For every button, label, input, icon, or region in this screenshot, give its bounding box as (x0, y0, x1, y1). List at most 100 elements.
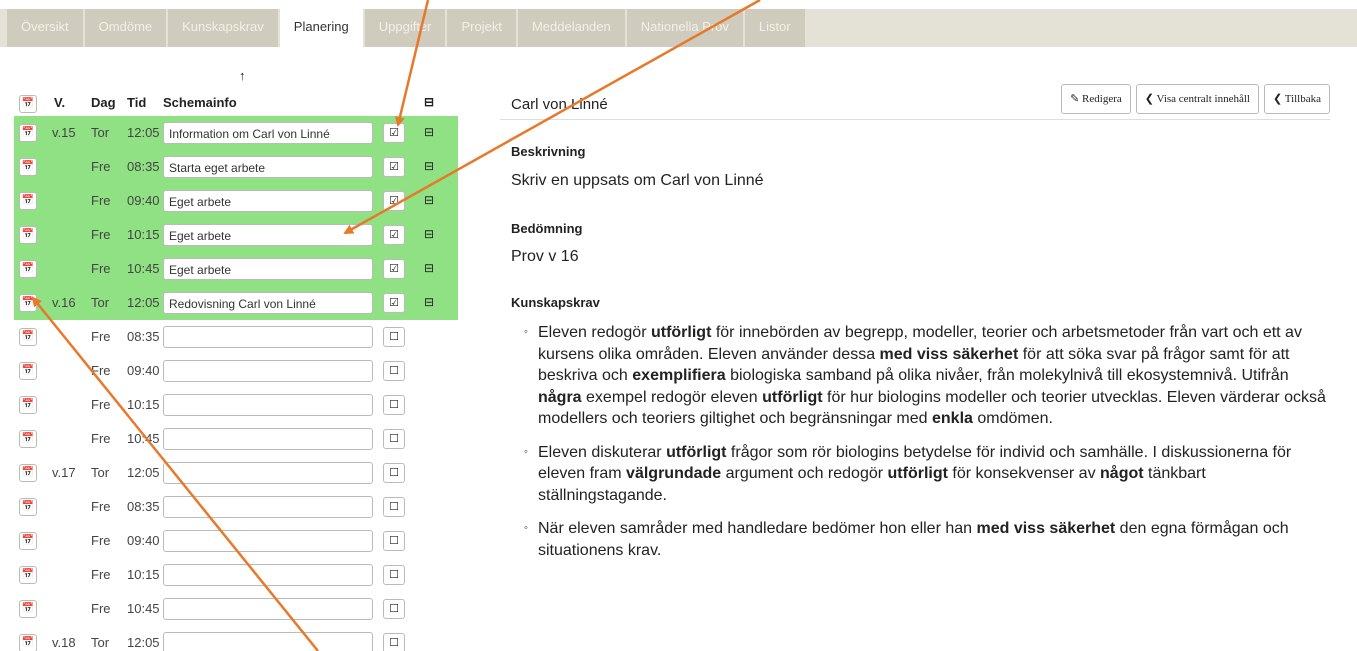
unchecked-box-icon[interactable]: ☐ (383, 429, 405, 449)
schedule-info-input[interactable] (163, 598, 373, 620)
checked-box-icon[interactable]: ☑ (383, 225, 405, 245)
criteria-text: omdömen. (972, 410, 1053, 427)
collapse-icon[interactable]: ⊟ (424, 159, 434, 173)
criteria-text: biologiska samband på olika nivåer, från… (725, 367, 1289, 384)
column-time[interactable]: Tid (127, 95, 146, 110)
schedule-info-input[interactable] (163, 326, 373, 348)
schedule-info-input[interactable]: Information om Carl von Linné (163, 122, 373, 144)
criteria-keyword: exemplifiera (632, 367, 726, 384)
tab-meddelanden[interactable]: Meddelanden (517, 9, 625, 47)
schedule-row: 📅 Fre 10:15 ☐ (14, 388, 458, 422)
tab-översikt[interactable]: Översikt (7, 9, 83, 47)
column-day[interactable]: Dag (91, 95, 116, 110)
calendar-icon[interactable]: 📅 (19, 328, 37, 346)
checked-box-icon[interactable]: ☑ (383, 293, 405, 313)
calendar-icon[interactable]: 📅 (19, 532, 37, 550)
criteria-text: Eleven redogör (538, 324, 651, 341)
criteria-keyword: utförligt (666, 443, 727, 461)
unchecked-box-icon[interactable]: ☐ (383, 497, 405, 517)
schedule-row: 📅 v.16 Tor 12:05 Redovisning Carl von Linné ☑… (14, 286, 458, 320)
schedule-info-input[interactable] (163, 428, 373, 450)
unchecked-box-icon[interactable]: ☐ (383, 327, 405, 347)
week-cell: v.17 (52, 465, 76, 480)
schedule-info-input[interactable] (163, 394, 373, 416)
time-cell: 10:15 (127, 397, 160, 412)
unchecked-box-icon[interactable]: ☐ (383, 395, 405, 415)
calendar-icon[interactable]: 📅 (19, 600, 37, 618)
calendar-icon[interactable]: 📅 (19, 124, 37, 142)
schedule-info-input[interactable] (163, 530, 373, 552)
schedule-info-input[interactable]: Redovisning Carl von Linné (163, 292, 373, 314)
criteria-text: Eleven diskuterar (538, 443, 667, 461)
collapse-all-icon[interactable]: ⊟ (424, 95, 434, 109)
criteria-item: Eleven diskuterar utförligt frågor som r… (524, 442, 1330, 507)
day-cell: Tor (91, 295, 110, 310)
calendar-icon[interactable]: 📅 (19, 396, 37, 414)
schedule-info-input[interactable]: Eget arbete (163, 190, 373, 212)
unchecked-box-icon[interactable]: ☐ (383, 463, 405, 483)
schedule-info-input[interactable] (163, 564, 373, 586)
calendar-icon[interactable]: 📅 (19, 226, 37, 244)
calendar-icon[interactable]: 📅 (19, 498, 37, 516)
tab-omdöme[interactable]: Omdöme (84, 9, 167, 47)
checked-box-icon[interactable]: ☑ (383, 191, 405, 211)
tab-projekt[interactable]: Projekt (447, 9, 516, 47)
unchecked-box-icon[interactable]: ☐ (383, 531, 405, 551)
criteria-text: för konsekvenser av (947, 465, 1101, 482)
calendar-icon[interactable]: 📅 (19, 294, 37, 312)
schedule-info-input[interactable]: Starta eget arbete (163, 156, 373, 178)
sort-arrow-icon[interactable]: ↑ (239, 68, 246, 83)
schedule-info-input[interactable] (163, 632, 373, 651)
tab-listor[interactable]: Listor (744, 9, 805, 47)
back-button[interactable]: ❮ Tillbaka (1263, 84, 1330, 114)
collapse-icon[interactable]: ⊟ (424, 261, 434, 275)
schedule-info-input[interactable]: Eget arbete (163, 258, 373, 280)
criteria-keyword: utförligt (650, 324, 712, 341)
schedule-info-input[interactable] (163, 462, 373, 484)
edit-button[interactable]: ✎ Redigera (1061, 84, 1131, 114)
schedule-info-input[interactable] (163, 360, 373, 382)
tab-planering[interactable]: Planering (279, 9, 363, 47)
unchecked-box-icon[interactable]: ☐ (383, 565, 405, 585)
criteria-keyword: med viss säkerhet (976, 520, 1116, 537)
time-cell: 10:15 (127, 227, 160, 242)
schedule-row: 📅 Fre 08:35 Starta eget arbete ☑ ⊟ (14, 150, 458, 184)
time-cell: 10:45 (127, 261, 160, 276)
calendar-icon[interactable]: 📅 (19, 362, 37, 380)
unchecked-box-icon[interactable]: ☐ (383, 599, 405, 619)
calendar-icon[interactable]: 📅 (19, 464, 37, 482)
show-central-content-button[interactable]: ❮ Visa centralt innehåll (1135, 84, 1259, 114)
day-cell: Fre (91, 533, 111, 548)
day-cell: Fre (91, 329, 111, 344)
calendar-icon[interactable]: 📅 (19, 95, 37, 113)
schedule-row: 📅 v.15 Tor 12:05 Information om Carl von Lin… (14, 116, 458, 150)
calendar-icon[interactable]: 📅 (19, 158, 37, 176)
collapse-icon[interactable]: ⊟ (424, 227, 434, 241)
tab-kunskapskrav[interactable]: Kunskapskrav (168, 9, 278, 47)
checked-box-icon[interactable]: ☑ (383, 123, 405, 143)
collapse-icon[interactable]: ⊟ (424, 125, 434, 139)
calendar-icon[interactable]: 📅 (19, 192, 37, 210)
unchecked-box-icon[interactable]: ☐ (383, 361, 405, 381)
calendar-icon[interactable]: 📅 (19, 566, 37, 584)
criteria-list: Eleven redogör utförligt för innebörden … (524, 322, 1330, 573)
calendar-icon[interactable]: 📅 (19, 634, 37, 651)
checked-box-icon[interactable]: ☑ (383, 157, 405, 177)
tab-uppgifter[interactable]: Uppgifter (364, 9, 446, 47)
time-cell: 08:35 (127, 159, 160, 174)
schedule-info-input[interactable] (163, 496, 373, 518)
collapse-icon[interactable]: ⊟ (424, 193, 434, 207)
collapse-icon[interactable]: ⊟ (424, 295, 434, 309)
tab-nationella-prov[interactable]: Nationella Prov (626, 9, 743, 47)
time-cell: 12:05 (127, 635, 160, 650)
schedule-info-input[interactable]: Eget arbete (163, 224, 373, 246)
column-week[interactable]: V. (54, 95, 65, 110)
schedule-row: 📅 Fre 09:40 Eget arbete ☑ ⊟ (14, 184, 458, 218)
checked-box-icon[interactable]: ☑ (383, 259, 405, 279)
unchecked-box-icon[interactable]: ☐ (383, 633, 405, 651)
day-cell: Tor (91, 125, 110, 140)
calendar-icon[interactable]: 📅 (19, 260, 37, 278)
time-cell: 12:05 (127, 295, 160, 310)
calendar-icon[interactable]: 📅 (19, 430, 37, 448)
column-info[interactable]: Schemainfo (163, 95, 237, 110)
